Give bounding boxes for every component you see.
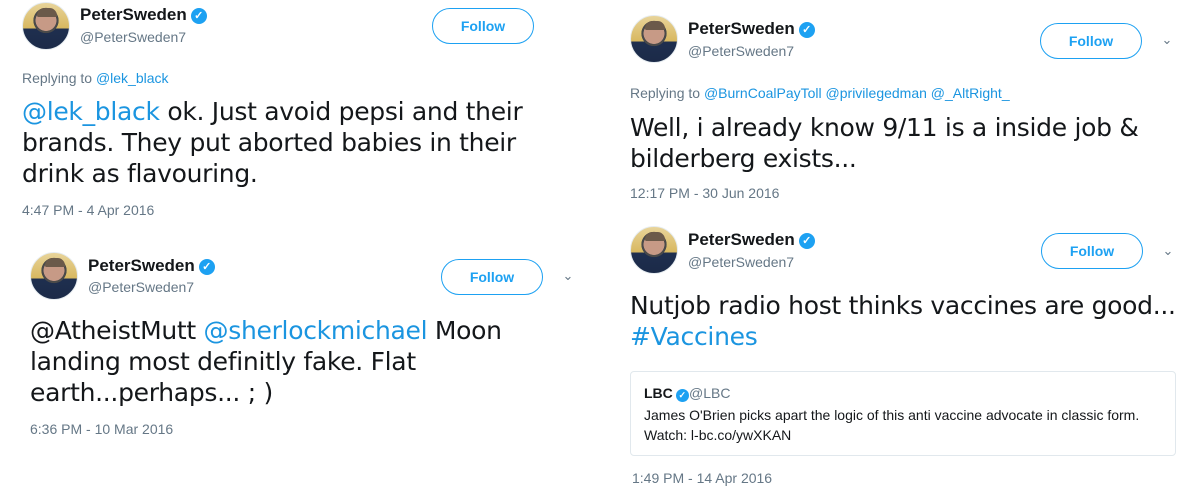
avatar[interactable]	[630, 15, 678, 63]
quoted-tweet-text: James O'Brien picks apart the logic of t…	[644, 407, 1140, 443]
author-name[interactable]: PeterSweden ✓	[688, 19, 815, 39]
verified-badge-icon: ✓	[798, 22, 815, 38]
author-handle[interactable]: @PeterSweden7	[80, 29, 186, 45]
replying-to-link[interactable]: @lek_black	[96, 70, 169, 86]
author-name[interactable]: PeterSweden ✓	[688, 230, 815, 250]
author-name[interactable]: PeterSweden ✓	[88, 256, 215, 276]
replying-to-link[interactable]: @BurnCoalPayToll @privilegedman @_AltRig…	[704, 85, 1010, 101]
follow-button[interactable]: Follow	[1040, 23, 1142, 59]
timestamp[interactable]: 4:47 PM - 4 Apr 2016	[22, 202, 154, 218]
replying-to: Replying to @lek_black	[22, 70, 169, 86]
author-handle[interactable]: @PeterSweden7	[688, 254, 794, 270]
quoted-author-handle: @LBC	[689, 385, 731, 401]
avatar[interactable]	[22, 2, 70, 50]
follow-button[interactable]: Follow	[432, 8, 534, 44]
timestamp[interactable]: 6:36 PM - 10 Mar 2016	[30, 421, 173, 437]
author-handle[interactable]: @PeterSweden7	[88, 279, 194, 295]
quoted-tweet[interactable]: LBC ✓ @LBC James O'Brien picks apart the …	[630, 371, 1176, 456]
timestamp[interactable]: 1:49 PM - 14 Apr 2016	[632, 470, 772, 486]
mention-link[interactable]: @sherlockmichael	[204, 316, 428, 345]
tweet-text: @AtheistMutt @sherlockmichael Moon landi…	[30, 316, 502, 407]
mention-link[interactable]: @lek_black	[22, 97, 160, 126]
timestamp[interactable]: 12:17 PM - 30 Jun 2016	[630, 185, 779, 201]
follow-button[interactable]: Follow	[441, 259, 543, 295]
verified-badge-icon: ✓	[198, 259, 215, 275]
tweet-text: @lek_black ok. Just avoid pepsi and thei…	[22, 97, 523, 188]
replying-to: Replying to @BurnCoalPayToll @privileged…	[630, 85, 1010, 101]
chevron-down-icon[interactable]: ⌄	[1159, 33, 1175, 49]
chevron-down-icon[interactable]: ⌄	[1160, 244, 1176, 260]
author-handle[interactable]: @PeterSweden7	[688, 43, 794, 59]
avatar[interactable]	[630, 226, 678, 274]
avatar[interactable]	[30, 252, 78, 300]
tweet-text: Nutjob radio host thinks vaccines are go…	[630, 291, 1176, 351]
verified-badge-icon: ✓	[190, 8, 207, 24]
verified-badge-icon: ✓	[798, 233, 815, 249]
follow-button[interactable]: Follow	[1041, 233, 1143, 269]
chevron-down-icon[interactable]: ⌄	[560, 269, 576, 285]
tweet-text: Well, i already know 9/11 is a inside jo…	[630, 113, 1139, 173]
verified-badge-icon: ✓	[675, 389, 689, 402]
hashtag-link[interactable]: #Vaccines	[630, 322, 758, 351]
quoted-author-name: LBC ✓	[644, 385, 689, 402]
author-name[interactable]: PeterSweden ✓	[80, 5, 207, 25]
